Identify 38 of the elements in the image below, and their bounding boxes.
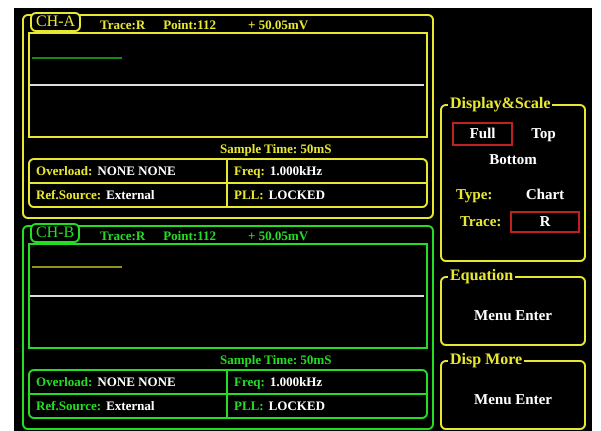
info-value: LOCKED [268,186,325,204]
info-label: PLL: [234,397,264,415]
mode-option[interactable]: Top [513,122,574,146]
trace-field[interactable]: R [510,210,580,233]
info-value: NONE NONE [97,162,176,180]
panel-title: Display&Scale [448,95,552,113]
info-value: 1.000kHz [270,373,322,391]
info-label: Freq: [234,373,265,391]
info-value: External [106,397,154,415]
reading-value: + 50.05mV [248,18,308,32]
info-label: Overload: [36,373,92,391]
info-value: 1.000kHz [270,162,322,180]
menu-enter-button[interactable]: Menu Enter [474,389,552,412]
point-label: Point:112 [163,18,216,32]
sample-time: Sample Time: 50mS [219,140,332,158]
type-value: Chart [524,186,566,205]
panel-title: Disp More [448,351,524,369]
trace-label: Trace: [459,212,502,232]
reading-value: + 50.05mV [248,229,308,243]
info-label: PLL: [234,186,264,204]
channel-label: CH-B [30,223,80,243]
info-value: NONE NONE [97,373,176,391]
info-label: Freq: [234,162,265,180]
info-label: Ref.Source: [36,186,102,204]
menu-enter-button[interactable]: Menu Enter [474,305,552,328]
sample-time: Sample Time: 50mS [219,351,332,369]
info-value: LOCKED [268,397,325,415]
info-label: Ref.Source: [36,397,102,415]
type-label: Type: [455,186,494,205]
point-label: Point:112 [163,229,216,243]
info-label: Overload: [36,162,92,180]
panel-title: Equation [448,267,516,285]
mode-option[interactable]: Full [452,122,513,146]
channel-label: CH-A [30,12,82,32]
info-value: External [106,186,154,204]
trace-label: Trace:R [100,229,146,243]
mode-option[interactable]: Bottom [452,148,574,172]
trace-label: Trace:R [100,18,146,32]
